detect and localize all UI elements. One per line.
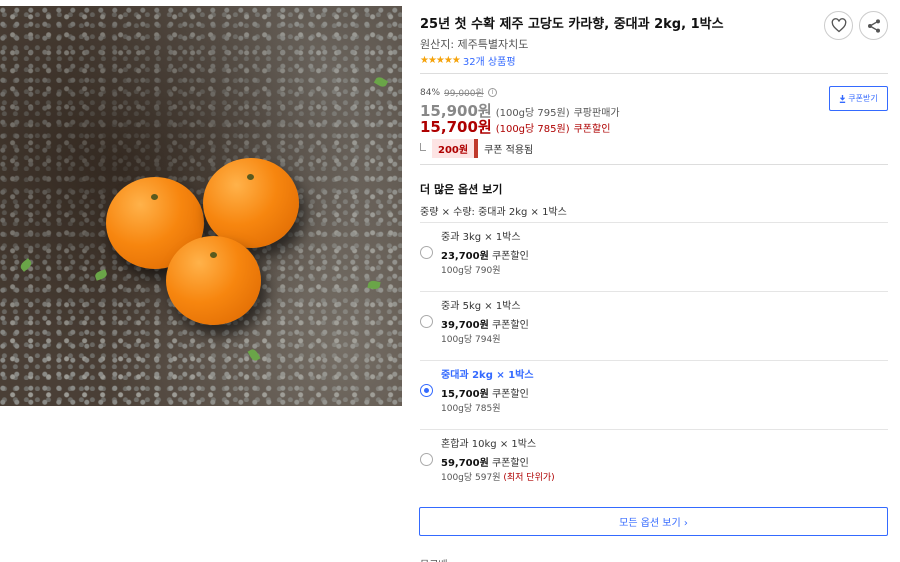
- option-name: 혼합과 10kg × 1박스: [441, 439, 537, 450]
- option-price-value: 59,700원: [441, 458, 489, 469]
- all-options-button[interactable]: 모든 옵션 보기 ›: [419, 507, 888, 536]
- option-name: 중대과 2kg × 1박스: [441, 370, 534, 381]
- option-price-label: 쿠폰할인: [491, 458, 529, 469]
- product-image[interactable]: [0, 6, 402, 406]
- option-radio[interactable]: [420, 315, 433, 328]
- option-price: 23,700원 쿠폰할인: [441, 247, 529, 262]
- selected-option-summary: 중량 × 수량: 중대과 2kg × 1박스: [420, 207, 567, 218]
- share-icon: [867, 18, 880, 33]
- divider: [420, 73, 888, 74]
- download-icon: [840, 94, 846, 103]
- product-title: 25년 첫 수확 제주 고당도 카라향, 중대과 2kg, 1박스: [420, 17, 724, 32]
- divider: [420, 164, 888, 165]
- option-unit-value: 100g당 597원: [441, 473, 501, 483]
- option-unit-price: 100g당 597원 (최저 단위가): [441, 470, 555, 483]
- option-price-value: 23,700원: [441, 251, 489, 262]
- discount-rate: 84%: [420, 87, 441, 98]
- coupon-price-row: 15,700원 (100g당 785원) 쿠폰할인: [420, 116, 610, 137]
- option-price-label: 쿠폰할인: [491, 251, 529, 262]
- orange-fruit: [203, 158, 299, 248]
- option-unit-price: 100g당 785원: [441, 401, 501, 414]
- coupon-applied-text: 쿠폰 적용됨: [484, 145, 534, 156]
- info-icon[interactable]: i: [487, 88, 497, 97]
- review-count-link[interactable]: 32개 상품평: [463, 53, 516, 68]
- option-price-value: 15,700원: [441, 389, 489, 400]
- get-coupon-button[interactable]: 쿠폰받기: [829, 86, 888, 111]
- share-button[interactable]: [859, 11, 888, 40]
- orange-fruit: [166, 236, 261, 325]
- coupon-price-label: 쿠폰할인: [573, 124, 611, 135]
- coupon-amount-tag: 200원: [432, 139, 479, 158]
- get-coupon-label: 쿠폰받기: [848, 94, 878, 103]
- rating[interactable]: ★★★★★ 32개 상품평: [420, 53, 516, 68]
- discount-row: 84% 99,000원 i: [420, 86, 497, 99]
- option-item[interactable]: 혼합과 10kg × 1박스 59,700원 쿠폰할인 100g당 597원 (…: [420, 429, 888, 498]
- option-radio-selected[interactable]: [420, 384, 433, 397]
- soil-background: [0, 6, 402, 406]
- option-item-selected[interactable]: 중대과 2kg × 1박스 15,700원 쿠폰할인 100g당 785원: [420, 360, 888, 429]
- option-unit-value: 100g당 785원: [441, 404, 501, 414]
- heart-icon: [831, 18, 846, 33]
- option-unit-price: 100g당 794원: [441, 332, 501, 345]
- option-price-label: 쿠폰할인: [491, 389, 529, 400]
- option-price: 15,700원 쿠폰할인: [441, 385, 529, 400]
- more-options-heading: 더 많은 옵션 보기: [420, 183, 503, 196]
- lowest-unit-price-note: (최저 단위가): [503, 473, 555, 483]
- option-radio[interactable]: [420, 246, 433, 259]
- option-name: 중과 5kg × 1박스: [441, 301, 521, 312]
- option-price: 39,700원 쿠폰할인: [441, 316, 529, 331]
- option-radio[interactable]: [420, 453, 433, 466]
- coupon-applied-row: 200원 쿠폰 적용됨: [420, 139, 533, 158]
- original-price: 99,000원: [444, 89, 484, 99]
- option-item[interactable]: 중과 5kg × 1박스 39,700원 쿠폰할인 100g당 794원: [420, 291, 888, 360]
- coupon-price: 15,700원: [420, 118, 492, 136]
- option-unit-value: 100g당 790원: [441, 266, 501, 276]
- star-rating-icon: ★★★★★: [420, 55, 461, 66]
- option-item[interactable]: 중과 3kg × 1박스 23,700원 쿠폰할인 100g당 790원: [420, 222, 888, 291]
- option-price-value: 39,700원: [441, 320, 489, 331]
- option-unit-price: 100g당 790원: [441, 263, 501, 276]
- coupon-unit-price: (100g당 785원): [495, 124, 570, 135]
- option-price-label: 쿠폰할인: [491, 320, 529, 331]
- product-origin: 원산지: 제주특별자치도: [420, 38, 529, 51]
- wishlist-button[interactable]: [824, 11, 853, 40]
- option-name: 중과 3kg × 1박스: [441, 232, 521, 243]
- shipping-info-cut: 무료배송: [420, 556, 454, 562]
- option-unit-value: 100g당 794원: [441, 335, 501, 345]
- branch-line: [420, 142, 426, 151]
- option-price: 59,700원 쿠폰할인: [441, 454, 529, 469]
